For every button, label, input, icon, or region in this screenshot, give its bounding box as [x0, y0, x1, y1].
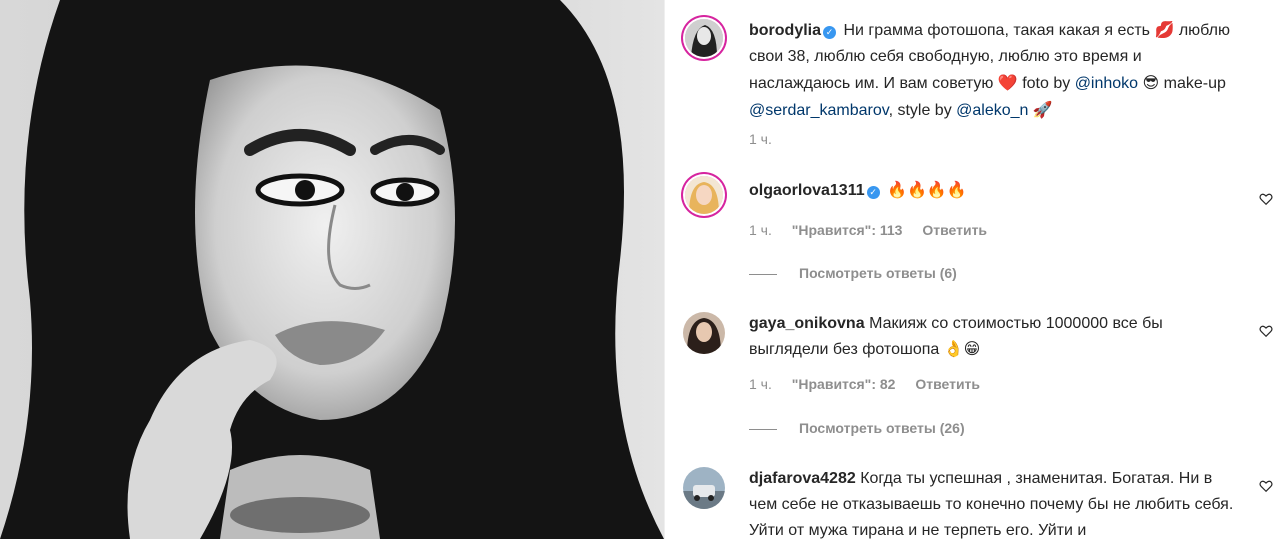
commenter-username[interactable]: gaya_onikovna — [749, 315, 865, 332]
reply-button[interactable]: Ответить — [922, 222, 987, 238]
caption-text-segment: foto by — [1017, 75, 1075, 92]
caption-text: borodylia ✓ Ни грамма фотошопа, такая как… — [749, 17, 1243, 124]
comments-panel[interactable]: borodylia ✓ Ни грамма фотошопа, такая как… — [664, 0, 1273, 539]
comment-time[interactable]: 1 ч. — [749, 376, 772, 392]
commenter-avatar[interactable] — [685, 176, 723, 214]
verified-badge-icon: ✓ — [823, 26, 837, 39]
heart-outline-icon[interactable] — [1259, 192, 1273, 206]
caption-text-segment: make-up — [1159, 75, 1226, 92]
caption-mention-link[interactable]: @aleko_n — [956, 102, 1028, 119]
author-avatar[interactable] — [685, 19, 723, 57]
post-caption: borodylia ✓ Ни грамма фотошопа, такая как… — [683, 17, 1273, 157]
post-photo[interactable] — [0, 0, 664, 539]
comment-meta: 1 ч. "Нравится": 82 Ответить — [749, 376, 996, 392]
caption-text-segment: , style by — [888, 102, 957, 119]
portrait-image — [0, 0, 664, 539]
comment-time[interactable]: 1 ч. — [749, 222, 772, 238]
view-replies-button[interactable]: Посмотреть ответы (26) — [749, 420, 965, 436]
comment-item: olgaorlova1311 ✓ 🔥🔥🔥🔥 1 ч. "Нравится": 11… — [683, 174, 1273, 284]
comment-text: djafarova4282 Когда ты успешная , знамен… — [749, 466, 1243, 539]
caption-emoji: 😎 — [1142, 73, 1160, 92]
replies-divider — [749, 428, 777, 430]
verified-badge-icon: ✓ — [866, 186, 880, 199]
caption-emoji: 💋 — [1154, 20, 1175, 39]
comment-text: olgaorlova1311 ✓ 🔥🔥🔥🔥 — [749, 177, 1243, 204]
caption-emoji: ❤️ — [997, 73, 1018, 92]
commenter-avatar[interactable] — [683, 312, 725, 354]
caption-body: Ни грамма фотошопа, такая какая я есть 💋… — [749, 20, 1230, 119]
view-replies-label: Посмотреть ответы (26) — [799, 420, 965, 436]
comment-item: djafarova4282 Когда ты успешная , знамен… — [683, 465, 1273, 539]
commenter-username[interactable]: olgaorlova1311 — [749, 182, 865, 199]
comment-likes[interactable]: "Нравится": 113 — [792, 222, 903, 238]
comment-text: gaya_onikovna Макияж со стоимостью 10000… — [749, 311, 1243, 363]
caption-emoji: 🚀 — [1032, 100, 1053, 119]
author-username[interactable]: borodylia — [749, 22, 821, 39]
post-time[interactable]: 1 ч. — [749, 131, 772, 147]
comment-body: 🔥🔥🔥🔥 — [887, 180, 967, 199]
commenter-username[interactable]: djafarova4282 — [749, 470, 856, 487]
caption-mention-link[interactable]: @serdar_kambarov — [749, 102, 889, 119]
caption-text-segment: Ни грамма фотошопа, такая какая я есть — [843, 22, 1155, 39]
replies-divider — [749, 273, 777, 275]
heart-outline-icon[interactable] — [1259, 479, 1273, 493]
caption-mention-link[interactable]: @inhoko — [1075, 75, 1138, 92]
comment-item: gaya_onikovna Макияж со стоимостью 10000… — [683, 310, 1273, 440]
view-replies-label: Посмотреть ответы (6) — [799, 265, 957, 281]
post-meta: 1 ч. — [749, 131, 788, 147]
reply-button[interactable]: Ответить — [915, 376, 980, 392]
comment-meta: 1 ч. "Нравится": 113 Ответить — [749, 222, 1003, 238]
heart-outline-icon[interactable] — [1259, 324, 1273, 338]
view-replies-button[interactable]: Посмотреть ответы (6) — [749, 265, 957, 281]
comment-likes[interactable]: "Нравится": 82 — [792, 376, 896, 392]
commenter-avatar[interactable] — [683, 467, 725, 509]
